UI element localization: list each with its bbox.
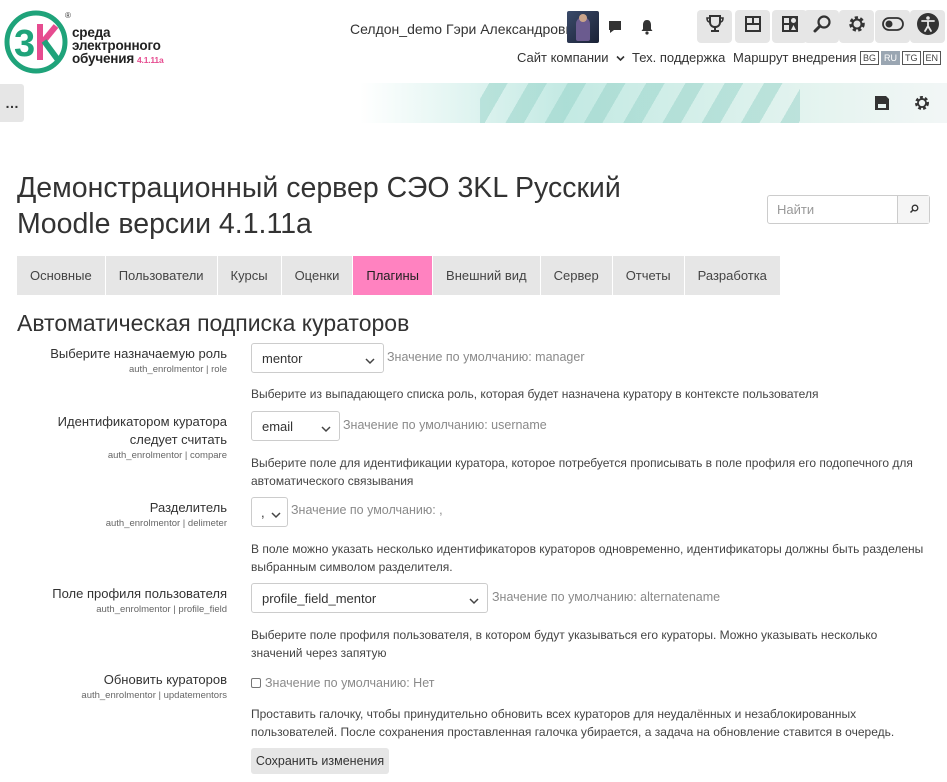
search-icon	[909, 201, 919, 219]
admin-search-input[interactable]	[768, 196, 897, 223]
tab-appearance[interactable]: Внешний вид	[433, 256, 541, 295]
toggle-icon	[881, 17, 904, 36]
gear-icon	[847, 14, 867, 39]
chevron-down-icon	[321, 421, 331, 436]
registered-mark: ®	[65, 11, 71, 20]
tab-plugins[interactable]: Плагины	[353, 256, 434, 295]
page-settings-icon[interactable]	[911, 92, 933, 114]
tab-reports[interactable]: Отчеты	[612, 256, 685, 295]
trophy-icon	[705, 14, 725, 39]
compare-select[interactable]: email	[251, 411, 340, 441]
apps-button[interactable]	[772, 10, 807, 43]
company-site-menu[interactable]: Сайт компании	[517, 50, 625, 65]
setting-key-role: auth_enrolmentor | role	[128, 364, 227, 375]
setting-label-compare-text: Идентификатором куратора следует считать	[57, 414, 227, 447]
role-description: Выберите из выпадающего списка роль, кот…	[251, 387, 819, 401]
tab-general[interactable]: Основные	[17, 256, 106, 295]
section-title: Автоматическая подписка кураторов	[17, 310, 410, 336]
admin-search	[767, 195, 930, 224]
delimiter-description: В поле можно указать несколько идентифик…	[251, 542, 924, 574]
setting-label-delimiter: Разделитель auth_enrolmentor | delimeter	[106, 499, 227, 530]
setting-key-delimiter: auth_enrolmentor | delimeter	[105, 518, 227, 529]
accessibility-icon	[916, 12, 940, 41]
avatar-head	[579, 14, 587, 22]
update-mentors-default: Значение по умолчанию: Нет	[265, 676, 435, 690]
delimiter-default: Значение по умолчанию: ,	[291, 503, 443, 517]
role-select[interactable]: mentor	[251, 343, 384, 373]
search-button[interactable]	[804, 10, 839, 43]
admin-search-button[interactable]	[897, 196, 929, 223]
trophy-button[interactable]	[697, 10, 732, 43]
header-banner	[0, 83, 947, 123]
setting-key-update-mentors: auth_enrolmentor | updatementors	[81, 690, 227, 701]
compare-description: Выберите поле для идентификации куратора…	[251, 456, 913, 488]
svg-text:3: 3	[14, 23, 35, 65]
banner-decoration	[360, 83, 947, 123]
lang-ru[interactable]: RU	[881, 51, 901, 65]
apps-icon	[780, 14, 800, 39]
setting-label-profile-field: Поле профиля пользователя auth_enrolment…	[52, 585, 227, 616]
layout-button[interactable]	[735, 10, 770, 43]
chevron-down-icon	[469, 593, 479, 608]
chevron-down-icon	[365, 353, 375, 368]
setting-label-compare: Идентификатором куратора следует считать…	[12, 413, 227, 462]
chevron-down-icon	[271, 507, 281, 522]
tab-users[interactable]: Пользователи	[105, 256, 218, 295]
lang-en[interactable]: EN	[922, 51, 942, 65]
logo-version: 4.1.11a	[137, 55, 164, 65]
grid-icon	[743, 14, 763, 39]
setting-label-update-mentors: Обновить кураторов auth_enrolmentor | up…	[81, 671, 227, 702]
bell-icon[interactable]	[633, 13, 661, 41]
setting-key-compare: auth_enrolmentor | compare	[107, 450, 227, 461]
update-mentors-checkbox[interactable]	[251, 678, 261, 688]
tab-server[interactable]: Сервер	[540, 256, 613, 295]
page-title: Демонстрационный сервер СЭО 3KL Русский …	[17, 172, 621, 240]
tab-courses[interactable]: Курсы	[217, 256, 282, 295]
admin-tabs: Основные Пользователи Курсы Оценки Плаги…	[17, 256, 781, 295]
logo-line-3-text: обучения	[72, 51, 134, 66]
delimiter-select-value: ,	[261, 504, 265, 520]
settings-button[interactable]	[839, 10, 874, 43]
company-site-label: Сайт компании	[517, 50, 609, 65]
chevron-down-icon	[616, 50, 625, 65]
compare-select-value: email	[262, 418, 294, 434]
site-logo[interactable]: 3 ® среда электронного обучения 4.1.11a	[4, 10, 174, 76]
logo-text: среда электронного обучения 4.1.11a	[72, 26, 164, 67]
delimiter-select[interactable]: ,	[251, 497, 288, 527]
setting-label-update-mentors-text: Обновить кураторов	[103, 672, 227, 687]
role-default: Значение по умолчанию: manager	[387, 350, 585, 364]
profile-field-select-value: profile_field_mentor	[262, 590, 377, 606]
profile-field-description: Выберите поле профиля пользователя, в ко…	[251, 628, 878, 660]
role-select-value: mentor	[262, 350, 303, 366]
theme-toggle-button[interactable]	[875, 10, 910, 43]
profile-field-select[interactable]: profile_field_mentor	[251, 583, 488, 613]
user-avatar[interactable]	[567, 11, 599, 43]
logo-3k-mark: 3	[4, 10, 68, 74]
setting-label-profile-field-text: Поле профиля пользователя	[52, 586, 227, 601]
lang-bg[interactable]: BG	[860, 51, 880, 65]
language-switcher: BG RU TG EN	[860, 51, 942, 65]
setting-key-profile-field: auth_enrolmentor | profile_field	[96, 604, 227, 615]
drawer-toggle-button[interactable]: …	[0, 84, 24, 122]
tab-development[interactable]: Разработка	[684, 256, 781, 295]
save-state-icon[interactable]	[871, 92, 893, 114]
logo-line-3: обучения 4.1.11a	[72, 52, 164, 67]
tab-grades[interactable]: Оценки	[281, 256, 354, 295]
update-mentors-description: Проставить галочку, чтобы принудительно …	[251, 707, 895, 739]
save-changes-button[interactable]: Сохранить изменения	[251, 748, 389, 774]
setting-label-delimiter-text: Разделитель	[149, 500, 227, 515]
setting-label-role: Выберите назначаемую роль auth_enrolment…	[50, 345, 227, 376]
profile-field-default: Значение по умолчанию: alternatename	[492, 590, 721, 604]
support-link[interactable]: Тех. поддержка	[632, 50, 725, 65]
lang-tg[interactable]: TG	[902, 51, 921, 65]
setting-label-role-text: Выберите назначаемую роль	[50, 346, 227, 361]
route-link[interactable]: Маршрут внедрения	[733, 50, 857, 65]
message-icon[interactable]	[601, 13, 629, 41]
search-icon	[812, 14, 832, 39]
accessibility-button[interactable]	[910, 10, 945, 43]
compare-default: Значение по умолчанию: username	[343, 418, 547, 432]
user-name[interactable]: Селдон_demo Гэри Александрович	[350, 21, 581, 37]
